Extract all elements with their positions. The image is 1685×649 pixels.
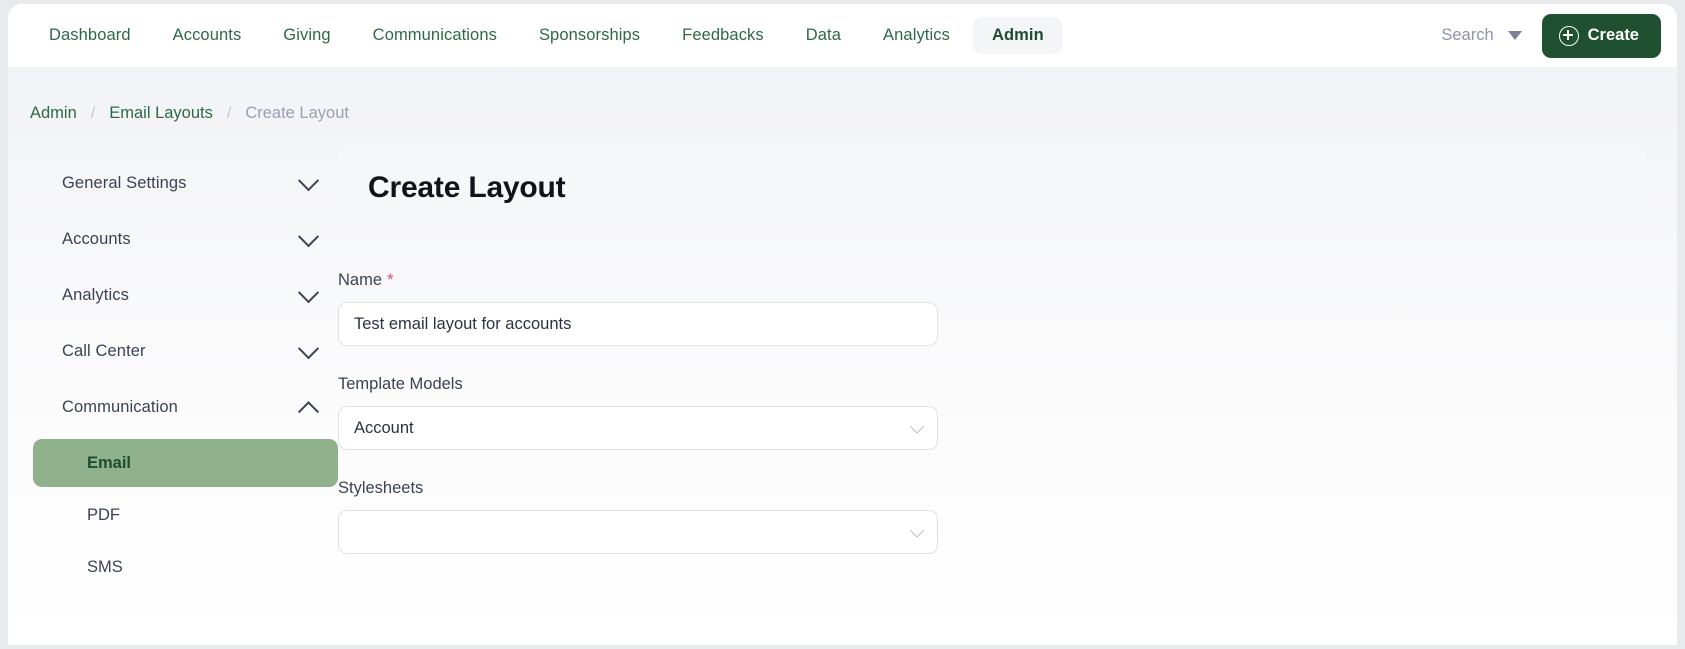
- settings-sidebar: General Settings Accounts Analytics Call…: [8, 149, 338, 595]
- stylesheets-label: Stylesheets: [338, 479, 938, 498]
- sidebar-subitem-pdf[interactable]: PDF: [33, 491, 338, 539]
- chevron-down-icon: [297, 337, 320, 359]
- nav-item-data[interactable]: Data: [787, 17, 860, 54]
- chevron-down-icon: [297, 281, 320, 303]
- breadcrumb-separator: /: [226, 104, 232, 122]
- create-layout-panel: Create Layout Name * Template Models Acc…: [338, 149, 1677, 595]
- sidebar-item-call-center[interactable]: Call Center: [8, 323, 338, 379]
- template-models-select[interactable]: Account: [338, 406, 938, 450]
- template-models-label-text: Template Models: [338, 375, 463, 393]
- chevron-down-icon: [297, 169, 320, 191]
- page-title: Create Layout: [368, 171, 566, 204]
- nav-item-admin[interactable]: Admin: [972, 17, 1063, 54]
- top-navigation-bar: Dashboard Accounts Giving Communications…: [8, 4, 1677, 67]
- sidebar-item-analytics[interactable]: Analytics: [8, 267, 338, 323]
- sidebar-subitem-email[interactable]: Email: [33, 439, 338, 487]
- template-models-value: Account: [354, 418, 414, 437]
- panel-header: Create Layout: [338, 149, 1647, 227]
- nav-item-analytics[interactable]: Analytics: [864, 17, 969, 54]
- sidebar-item-label: Communication: [62, 397, 178, 416]
- create-button-label: Create: [1587, 26, 1639, 44]
- chevron-down-icon: [909, 419, 925, 434]
- sidebar-item-label: General Settings: [62, 173, 187, 192]
- sidebar-item-label: Call Center: [62, 341, 146, 360]
- page-body: Admin / Email Layouts / Create Layout Ge…: [8, 67, 1677, 645]
- chevron-down-icon: [1507, 31, 1522, 40]
- nav-item-communications[interactable]: Communications: [354, 17, 516, 54]
- nav-item-accounts[interactable]: Accounts: [154, 17, 261, 54]
- search-label: Search: [1441, 26, 1494, 44]
- breadcrumb-separator: /: [90, 104, 96, 122]
- sidebar-item-communication[interactable]: Communication: [8, 379, 338, 435]
- sidebar-item-label: Accounts: [62, 229, 131, 248]
- nav-item-feedbacks[interactable]: Feedbacks: [663, 17, 783, 54]
- nav-right-actions: Search Create: [1435, 13, 1661, 58]
- name-label: Name *: [338, 271, 938, 290]
- create-button[interactable]: Create: [1541, 13, 1661, 58]
- content-area: General Settings Accounts Analytics Call…: [8, 123, 1677, 595]
- stylesheets-select[interactable]: [338, 510, 938, 554]
- sidebar-item-label: Analytics: [62, 285, 129, 304]
- name-input[interactable]: [338, 302, 938, 346]
- chevron-down-icon: [909, 523, 925, 538]
- nav-item-giving[interactable]: Giving: [264, 17, 349, 54]
- chevron-up-icon: [297, 400, 320, 422]
- stylesheets-label-text: Stylesheets: [338, 479, 424, 497]
- template-models-label: Template Models: [338, 375, 938, 394]
- search-dropdown[interactable]: Search: [1435, 22, 1527, 49]
- plus-circle-icon: [1558, 25, 1579, 46]
- primary-nav-items: Dashboard Accounts Giving Communications…: [30, 17, 1063, 54]
- field-template-models: Template Models Account: [338, 375, 938, 450]
- sidebar-item-general-settings[interactable]: General Settings: [8, 155, 338, 211]
- breadcrumb: Admin / Email Layouts / Create Layout: [8, 67, 1677, 123]
- required-asterisk: *: [387, 270, 394, 289]
- sidebar-item-accounts[interactable]: Accounts: [8, 211, 338, 267]
- breadcrumb-item-email-layouts[interactable]: Email Layouts: [109, 104, 213, 123]
- app-window: Dashboard Accounts Giving Communications…: [8, 4, 1677, 645]
- field-stylesheets: Stylesheets: [338, 479, 938, 554]
- sidebar-subitem-sms[interactable]: SMS: [33, 543, 338, 591]
- chevron-down-icon: [297, 225, 320, 247]
- name-label-text: Name: [338, 271, 383, 289]
- nav-item-dashboard[interactable]: Dashboard: [30, 17, 150, 54]
- field-name: Name *: [338, 271, 938, 346]
- nav-item-sponsorships[interactable]: Sponsorships: [520, 17, 659, 54]
- breadcrumb-item-admin[interactable]: Admin: [30, 104, 77, 123]
- breadcrumb-item-create-layout: Create Layout: [245, 104, 349, 122]
